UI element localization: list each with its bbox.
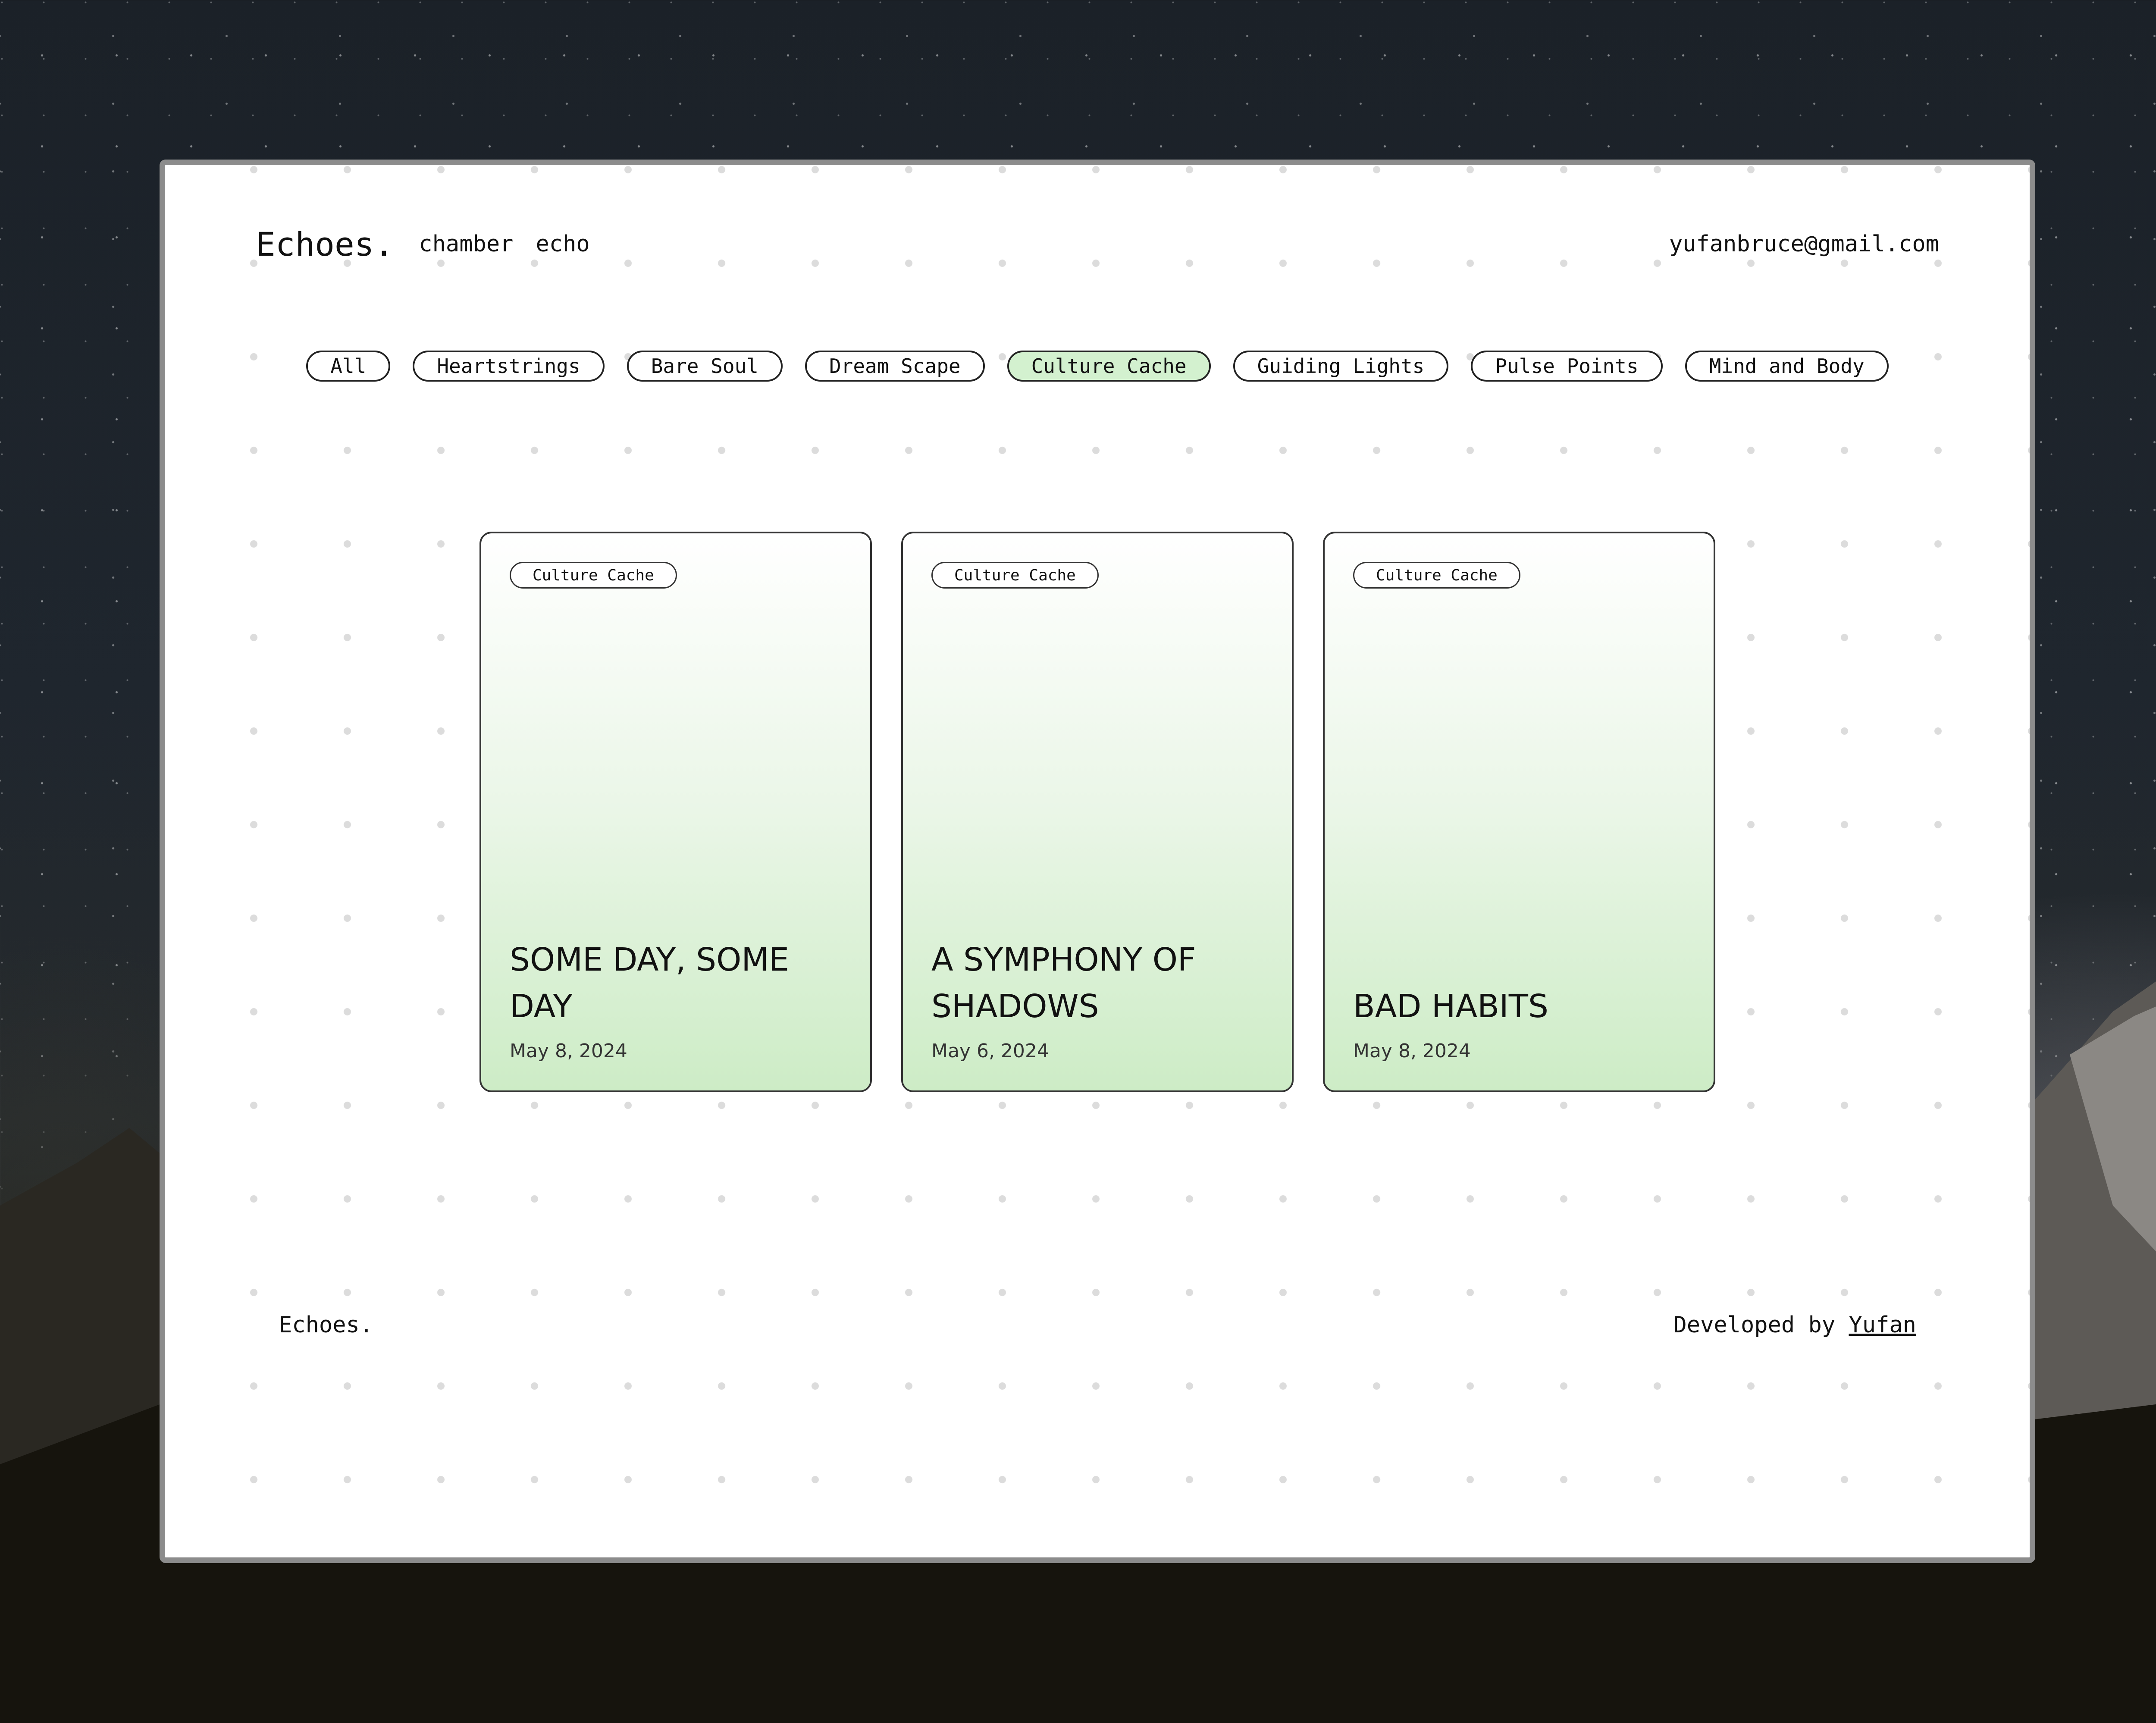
post-title: SOME DAY, SOME DAY (510, 941, 789, 1025)
filter-chip-culture-cache[interactable]: Culture Cache (1007, 351, 1211, 382)
site-header: Echoes. chamber echo yufanbruce@gmail.co… (256, 216, 1939, 272)
filter-chip-guiding-lights[interactable]: Guiding Lights (1233, 351, 1449, 382)
filter-chip-all[interactable]: All (306, 351, 391, 382)
filter-chip-bare-soul[interactable]: Bare Soul (627, 351, 783, 382)
nav-link-echo[interactable]: echo (536, 231, 589, 257)
footer-credit: Developed by Yufan (1673, 1312, 1916, 1338)
post-card-footer: BAD HABITS May 8, 2024 (1353, 983, 1685, 1062)
footer-credit-label: Developed by (1673, 1312, 1836, 1338)
post-card[interactable]: Culture Cache SOME DAY, SOME DAY May 8, … (479, 532, 872, 1092)
post-card-footer: A SYMPHONY OF SHADOWS May 6, 2024 (931, 937, 1263, 1062)
post-title: A SYMPHONY OF SHADOWS (931, 941, 1196, 1025)
filter-chip-pulse-points[interactable]: Pulse Points (1471, 351, 1663, 382)
post-card[interactable]: Culture Cache A SYMPHONY OF SHADOWS May … (901, 532, 1294, 1092)
post-date: May 6, 2024 (931, 1040, 1049, 1062)
post-card[interactable]: Culture Cache BAD HABITS May 8, 2024 (1323, 532, 1715, 1092)
filter-chip-heartstrings[interactable]: Heartstrings (413, 351, 605, 382)
post-card-footer: SOME DAY, SOME DAY May 8, 2024 (510, 937, 842, 1062)
user-email[interactable]: yufanbruce@gmail.com (1669, 231, 1939, 257)
author-link[interactable]: Yufan (1849, 1312, 1916, 1338)
post-card-grid: Culture Cache SOME DAY, SOME DAY May 8, … (165, 532, 2030, 1092)
site-logo[interactable]: Echoes. (256, 225, 394, 263)
filter-chip-dream-scape[interactable]: Dream Scape (805, 351, 985, 382)
filter-chip-mind-and-body[interactable]: Mind and Body (1685, 351, 1889, 382)
post-title: BAD HABITS (1353, 988, 1548, 1025)
category-filter-bar: All Heartstrings Bare Soul Dream Scape C… (165, 351, 2030, 382)
app-window: Echoes. chamber echo yufanbruce@gmail.co… (160, 160, 2035, 1563)
footer-brand: Echoes. (279, 1312, 373, 1338)
site-footer: Echoes. Developed by Yufan (279, 1308, 1916, 1342)
post-category-tag: Culture Cache (1353, 562, 1520, 589)
nav-link-chamber[interactable]: chamber (419, 231, 513, 257)
post-date: May 8, 2024 (1353, 1040, 1471, 1062)
post-category-tag: Culture Cache (510, 562, 677, 589)
post-category-tag: Culture Cache (931, 562, 1099, 589)
post-date: May 8, 2024 (510, 1040, 627, 1062)
